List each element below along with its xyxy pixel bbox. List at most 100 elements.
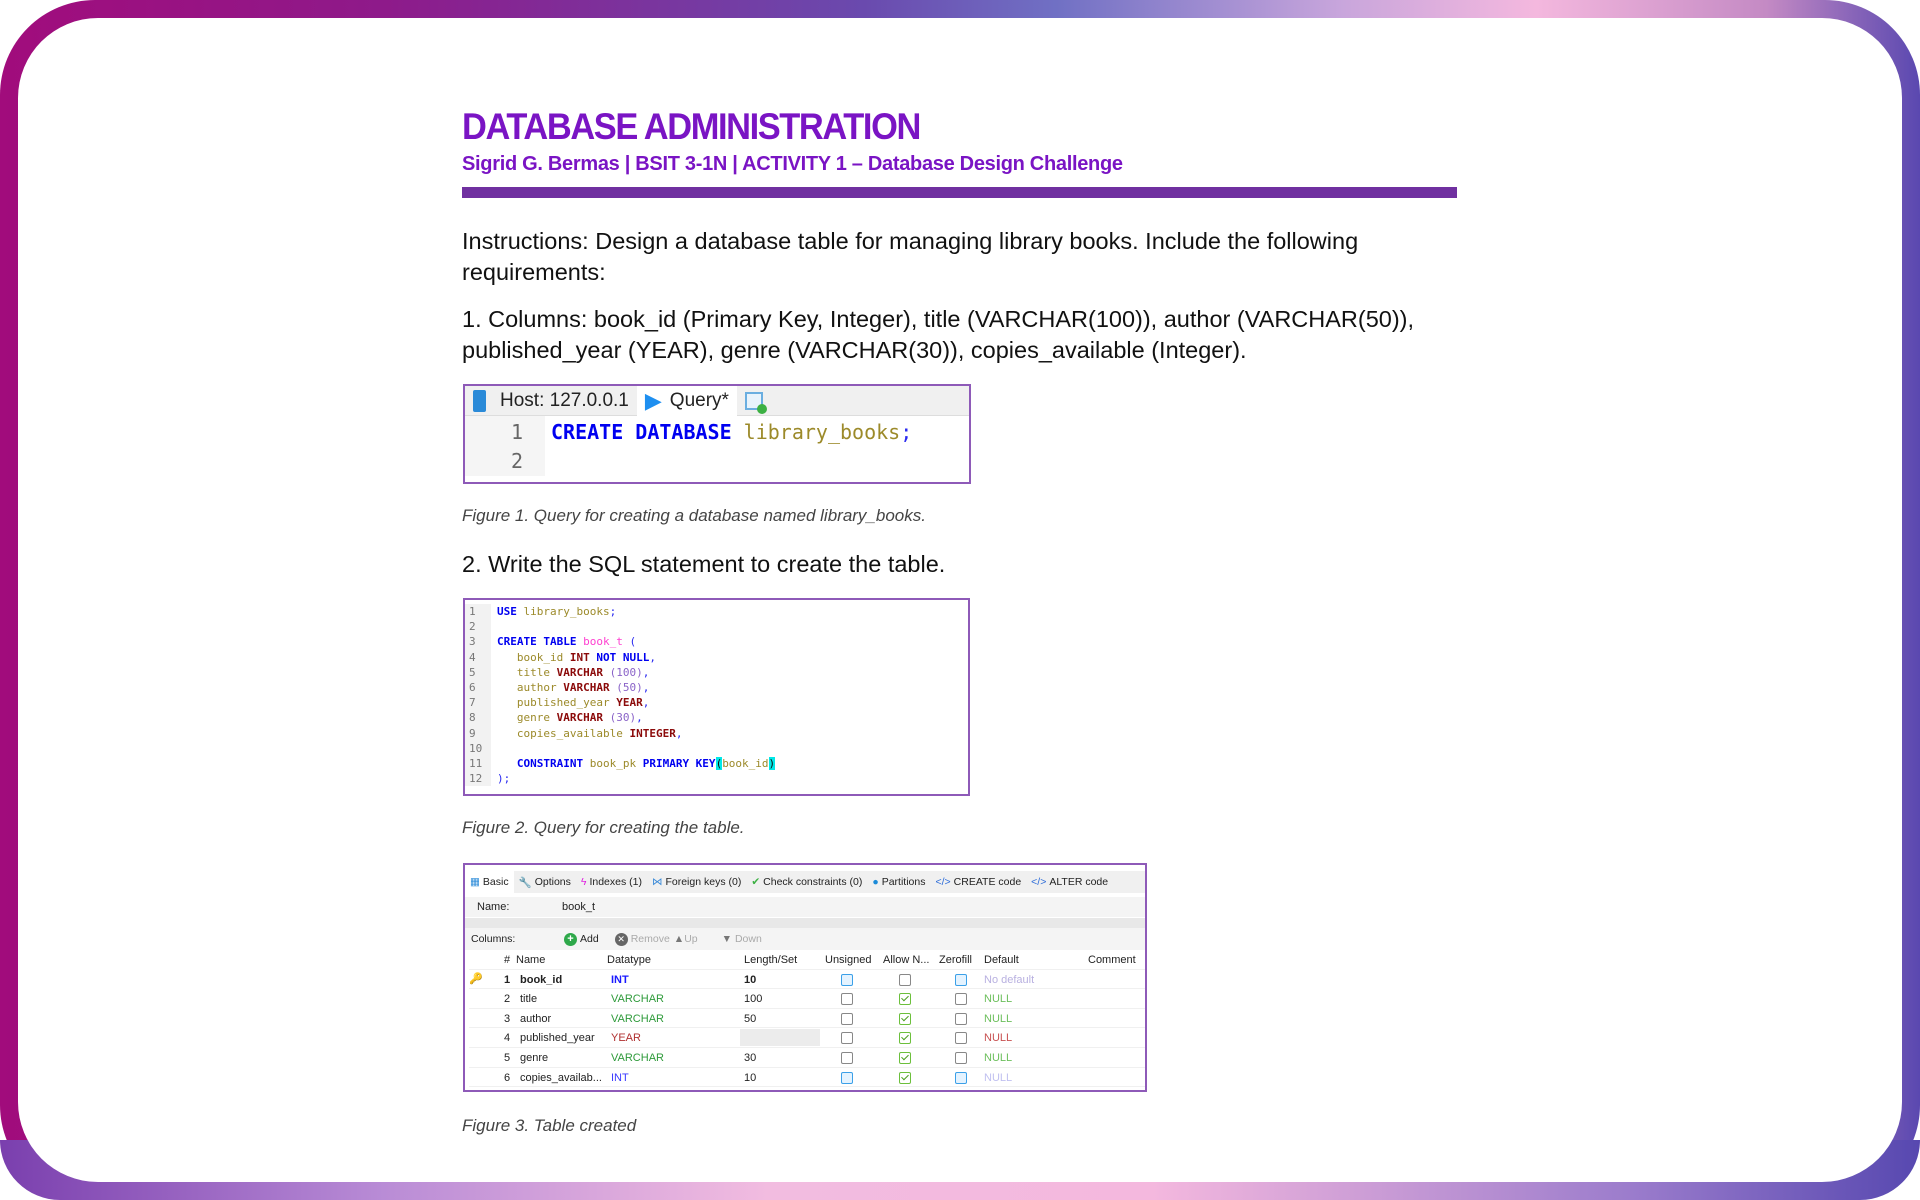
- code-area[interactable]: CREATE DATABASE library_books;: [545, 416, 912, 476]
- tab-foreign-keys[interactable]: ⋈ Foreign keys (0): [647, 871, 746, 893]
- zerofill-checkbox[interactable]: [955, 993, 967, 1006]
- add-button[interactable]: + Add: [564, 932, 599, 946]
- down-arrow-icon: ▼: [721, 933, 733, 945]
- tab-alter-code[interactable]: </> ALTER code: [1026, 871, 1113, 893]
- empty-length-cell: [740, 1029, 820, 1047]
- tab-label: ALTER code: [1049, 876, 1109, 888]
- column-header[interactable]: Unsigned: [825, 954, 871, 966]
- allow-null-checkbox[interactable]: [899, 1071, 911, 1084]
- tab-label: Indexes (1): [589, 876, 642, 888]
- up-arrow-icon: ▲: [673, 933, 685, 945]
- name-label: Name:: [477, 901, 510, 913]
- row-number: 1: [504, 973, 511, 986]
- up-button[interactable]: ▲Up: [674, 933, 698, 945]
- unsigned-checkbox[interactable]: [841, 1071, 853, 1084]
- code-line: );: [497, 771, 775, 786]
- tab-partitions[interactable]: ● Partitions: [867, 871, 930, 893]
- requirement-1: 1. Columns: book_id (Primary Key, Intege…: [462, 304, 1462, 366]
- remove-button[interactable]: ✕ Remove: [614, 932, 670, 946]
- table-row[interactable]: 2 title VARCHAR 100 NULL: [469, 989, 1145, 1009]
- code-token: CREATE DATABASE: [551, 420, 744, 444]
- code-area[interactable]: USE library_books; CREATE TABLE book_t (…: [491, 604, 776, 786]
- code-token: YEAR: [616, 696, 643, 710]
- zerofill-checkbox[interactable]: [955, 1032, 967, 1045]
- allow-null-checkbox[interactable]: [899, 973, 911, 986]
- code-token: (: [622, 635, 637, 649]
- code-token: ,: [649, 650, 656, 664]
- table-row[interactable]: 3 author VARCHAR 50 NULL: [469, 1009, 1145, 1029]
- code-token: (30): [609, 711, 637, 725]
- figure-2-sql-code: 1 2 3 4 5 6 7 8 9 10 11 12 USE library_books; CREAT…: [463, 598, 970, 796]
- tab-basic[interactable]: ▦ Basic: [465, 871, 514, 893]
- code-token: library_books: [743, 420, 901, 444]
- tab-query[interactable]: ▶ Query*: [636, 386, 737, 416]
- code-token: title: [497, 665, 557, 679]
- zerofill-checkbox[interactable]: [955, 973, 967, 986]
- zerofill-checkbox[interactable]: [955, 1051, 967, 1064]
- line-number: 7: [469, 696, 476, 710]
- tab-create-code[interactable]: </> CREATE code: [930, 871, 1026, 893]
- code-token: ,: [642, 665, 650, 679]
- allow-null-checkbox[interactable]: [899, 1012, 911, 1025]
- column-header[interactable]: Name: [516, 954, 545, 966]
- add-label: Add: [580, 933, 599, 945]
- column-length: 10: [744, 973, 757, 986]
- code-token: ,: [636, 711, 643, 725]
- table-icon: ▦: [470, 876, 480, 888]
- tab-host[interactable]: Host: 127.0.0.1: [465, 386, 637, 416]
- down-button[interactable]: ▼ Down: [722, 933, 762, 945]
- code-token: USE: [497, 605, 524, 618]
- column-header[interactable]: Zerofill: [939, 954, 972, 966]
- row-number: 6: [504, 1071, 511, 1084]
- allow-null-checkbox[interactable]: [899, 1051, 911, 1064]
- unsigned-checkbox[interactable]: [841, 973, 853, 986]
- figure-2-caption: Figure 2. Query for creating the table.: [462, 818, 745, 837]
- column-header[interactable]: Datatype: [607, 954, 651, 966]
- instructions-line: requirements:: [462, 259, 606, 285]
- lightning-icon: ϟ: [580, 876, 587, 888]
- column-header[interactable]: Comment: [1088, 954, 1136, 966]
- code-token: VARCHAR: [556, 665, 610, 679]
- column-name: genre: [520, 1051, 549, 1064]
- column-header[interactable]: Default: [984, 954, 1019, 966]
- table-row[interactable]: 5 genre VARCHAR 30 NULL: [469, 1048, 1145, 1068]
- row-number: 3: [504, 1012, 511, 1025]
- code-token: ,: [675, 726, 683, 740]
- table-row[interactable]: 4 published_year YEAR NULL: [469, 1028, 1145, 1048]
- code-line: book_id INT NOT NULL,: [497, 650, 775, 665]
- unsigned-checkbox[interactable]: [841, 1012, 853, 1025]
- separator: [465, 918, 1145, 928]
- columns-label: Columns:: [471, 933, 516, 945]
- unsigned-checkbox[interactable]: [841, 1032, 853, 1045]
- table-row[interactable]: 🔑 1 book_id INT 10 No default: [469, 970, 1145, 990]
- zerofill-checkbox[interactable]: [955, 1071, 967, 1084]
- column-header[interactable]: Allow N...: [883, 954, 929, 966]
- line-number: 1: [469, 605, 476, 618]
- code-token: ): [768, 757, 776, 771]
- pie-icon: ●: [872, 876, 879, 888]
- allow-null-checkbox[interactable]: [899, 993, 911, 1006]
- unsigned-checkbox[interactable]: [841, 993, 853, 1006]
- x-circle-icon: ✕: [614, 932, 628, 946]
- line-number: 4: [469, 650, 476, 664]
- column-header[interactable]: Length/Set: [744, 954, 797, 966]
- row-number: 4: [504, 1032, 511, 1045]
- tab-options[interactable]: 🔧 Options: [514, 871, 576, 893]
- code-token: genre: [497, 711, 557, 725]
- unsigned-checkbox[interactable]: [841, 1051, 853, 1064]
- table-name-input[interactable]: book_t: [562, 901, 595, 913]
- column-header[interactable]: #: [504, 954, 510, 966]
- page-title: DATABASE ADMINISTRATION: [462, 106, 921, 147]
- zerofill-checkbox[interactable]: [955, 1012, 967, 1025]
- code-line: genre VARCHAR (30),: [497, 710, 775, 725]
- code-token: published_year: [497, 696, 617, 710]
- tab-check-constraints[interactable]: ✔ Check constraints (0): [746, 871, 867, 893]
- table-row[interactable]: 6 copies_availab... INT 10 NULL: [469, 1068, 1145, 1088]
- allow-null-checkbox[interactable]: [899, 1032, 911, 1045]
- row-number: 2: [504, 993, 511, 1006]
- new-query-icon: [744, 391, 767, 414]
- tab-new-query[interactable]: [737, 386, 771, 416]
- tab-indexes[interactable]: ϟ Indexes (1): [576, 871, 647, 893]
- wrench-icon: 🔧: [518, 876, 532, 889]
